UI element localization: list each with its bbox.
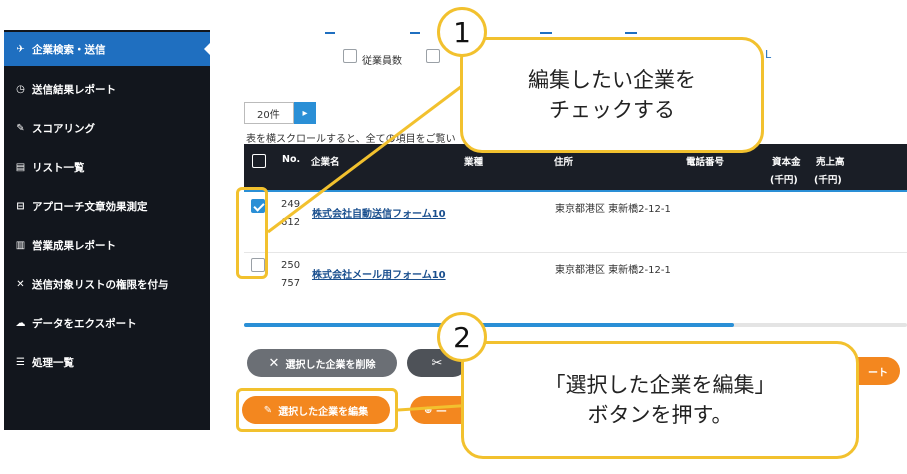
callout-step-2: 「選択した企業を編集」 ボタンを押す。 — [461, 341, 859, 459]
callout-step-1-text: 編集したい企業を チェックする — [528, 67, 696, 122]
step-1-number: 1 — [453, 15, 471, 49]
step-2-number: 2 — [453, 320, 471, 354]
step-2-badge: 2 — [437, 312, 487, 362]
step-1-badge: 1 — [437, 7, 487, 57]
callout-1-connector — [267, 84, 463, 234]
callout-step-1: 編集したい企業を チェックする — [460, 37, 764, 153]
callout-step-2-text: 「選択した企業を編集」 ボタンを押す。 — [544, 372, 776, 427]
